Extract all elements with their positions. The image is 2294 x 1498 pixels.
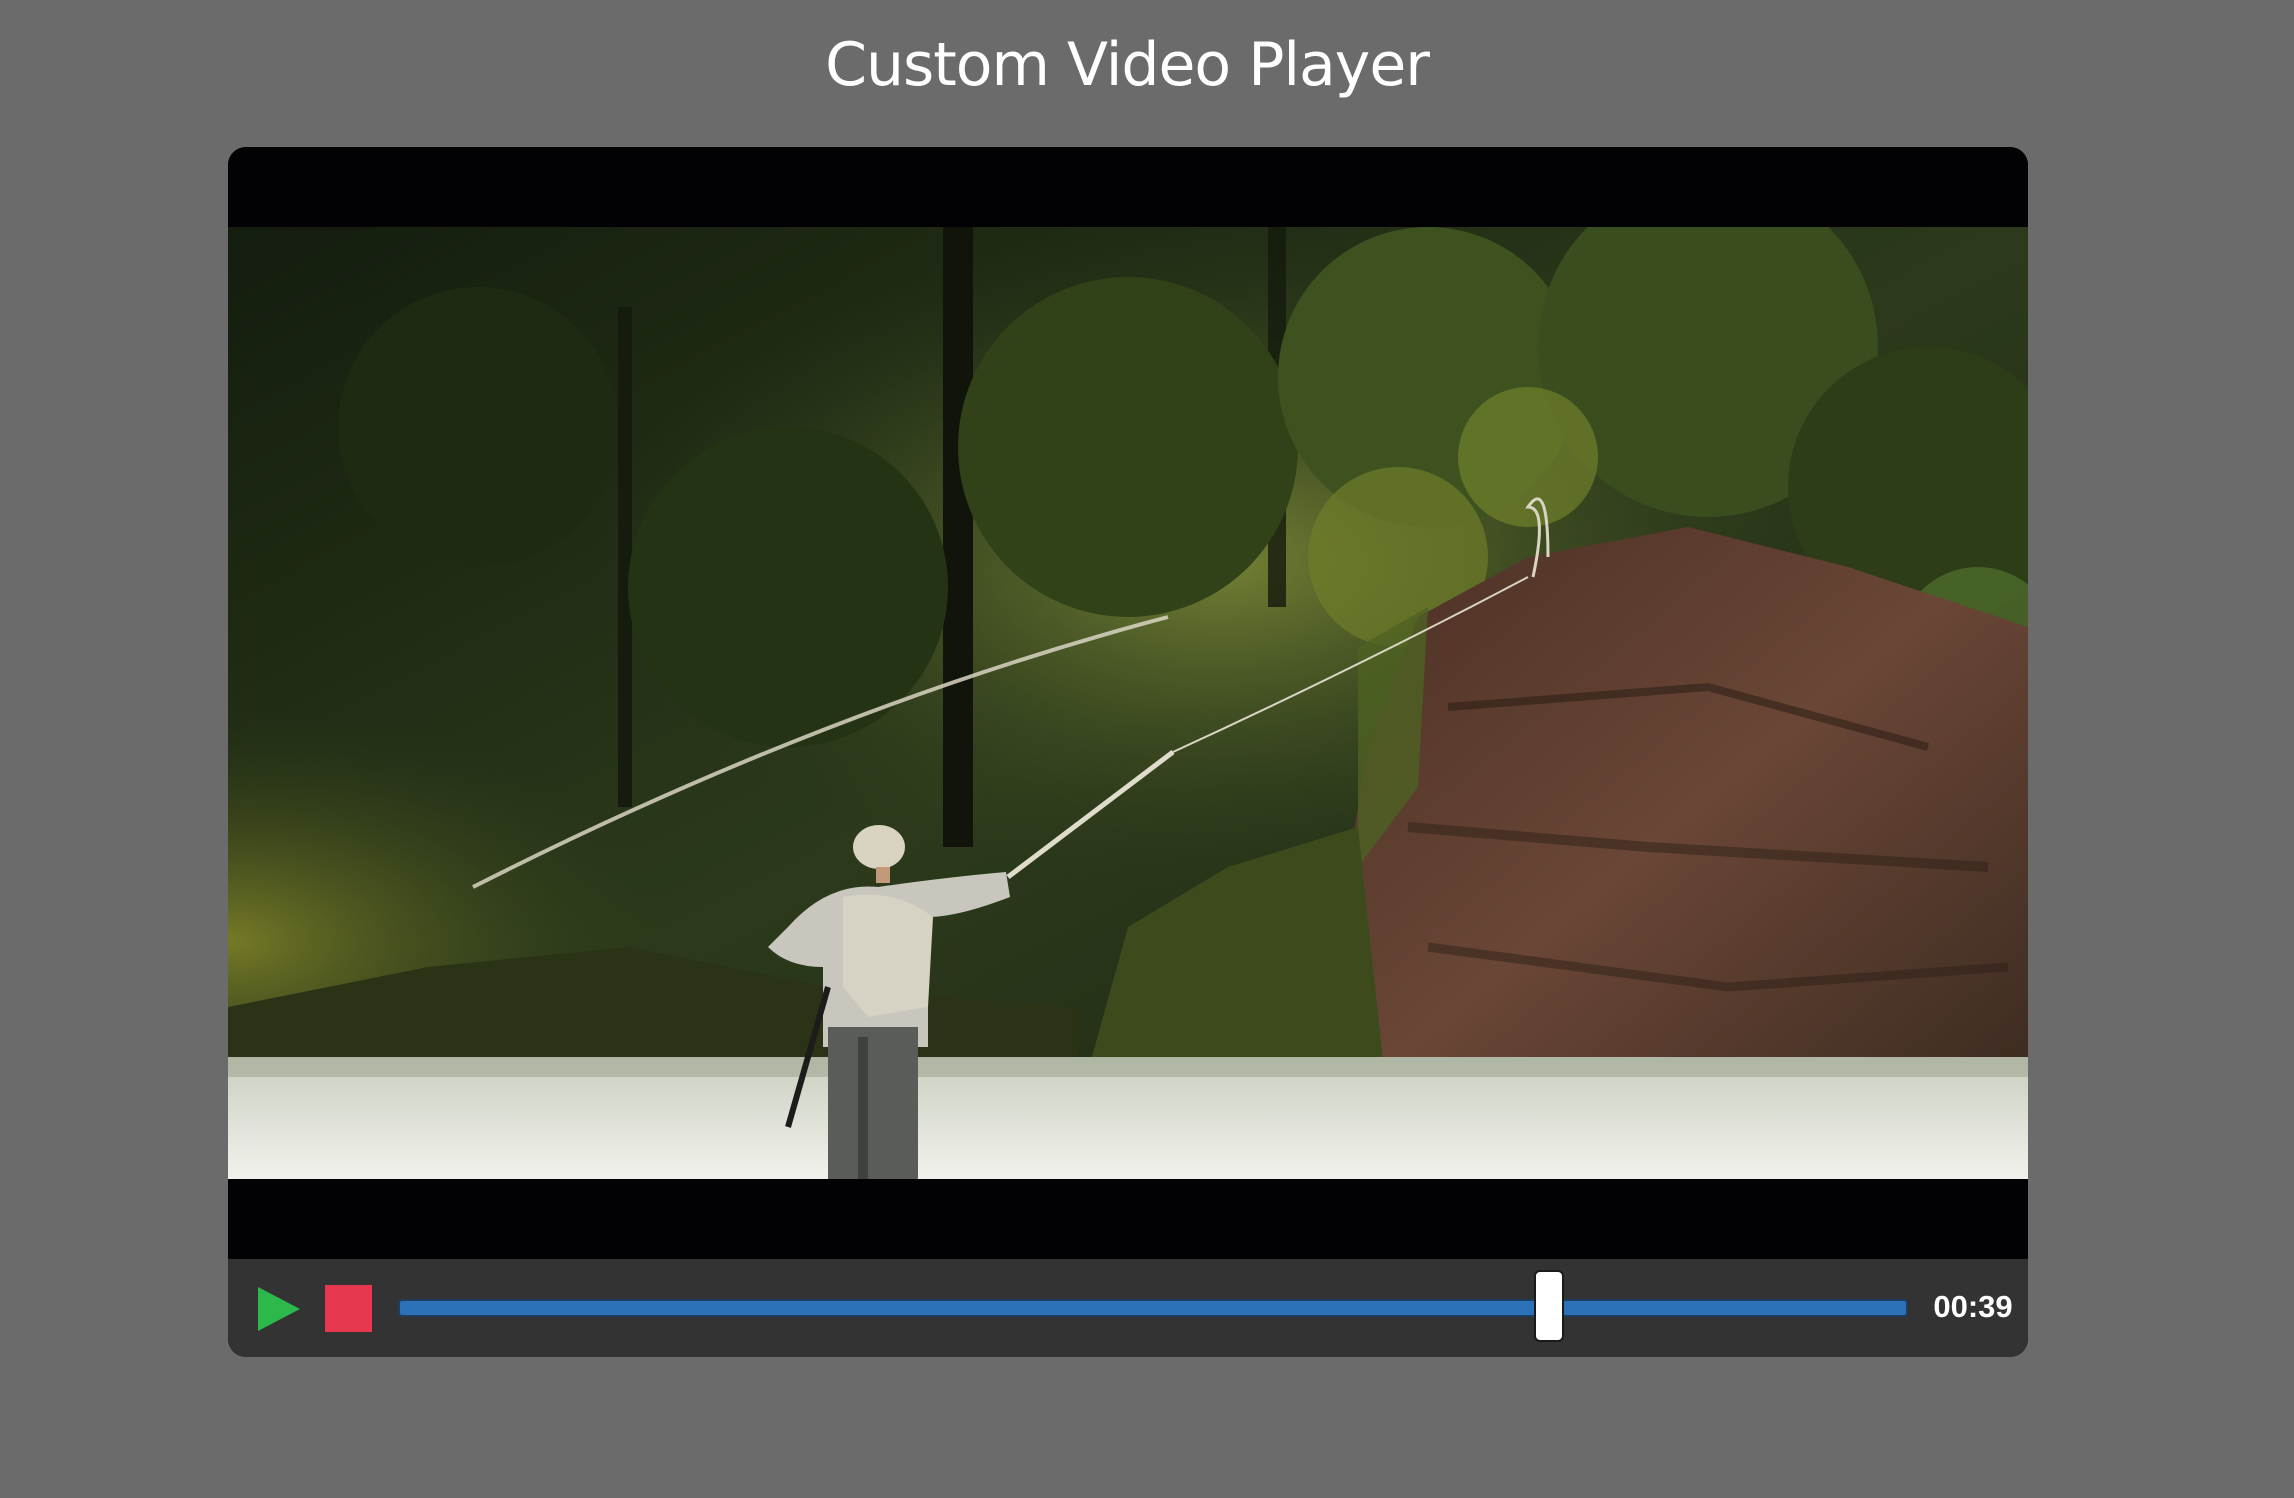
page-title: Custom Video Player bbox=[825, 30, 1430, 100]
fly-fishing-video-frame bbox=[228, 227, 2028, 1179]
stop-button[interactable] bbox=[325, 1285, 372, 1332]
play-button[interactable] bbox=[256, 1285, 302, 1333]
video-frame bbox=[228, 227, 2028, 1179]
video-area[interactable] bbox=[228, 147, 2028, 1259]
video-player: 00:39 bbox=[228, 147, 2028, 1357]
player-controls: 00:39 bbox=[228, 1259, 2028, 1357]
progress-thumb[interactable] bbox=[1533, 1270, 1564, 1342]
progress-bar[interactable] bbox=[398, 1299, 1908, 1317]
play-icon bbox=[258, 1287, 300, 1331]
time-display: 00:39 bbox=[1933, 1289, 2013, 1324]
